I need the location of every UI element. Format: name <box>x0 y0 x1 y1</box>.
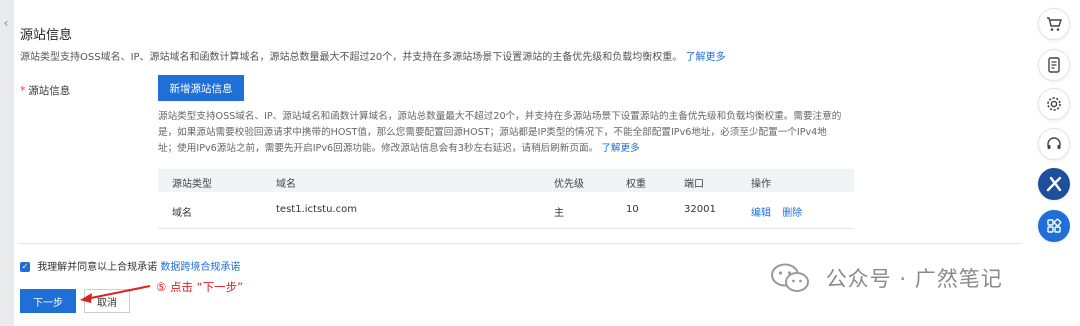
column-header-type: 源站类型 <box>172 179 212 190</box>
origin-description: 源站类型支持OSS域名、IP、源站域名和函数计算域名，源站总数量最大不超过20个… <box>158 109 858 157</box>
add-origin-button[interactable]: 新增源站信息 <box>158 75 244 101</box>
section-description: 源站类型支持OSS域名、IP、源站域名和函数计算域名，源站总数量最大不超过20个… <box>20 48 725 63</box>
origin-description-line-text: 址；使用IPv6源站之前，需要先开启IPv6回源功能。修改源站信息会有3秒左右延… <box>158 143 599 154</box>
section-title: 源站信息 <box>20 28 73 43</box>
settings-icon[interactable] <box>1038 88 1070 120</box>
watermark: 公众号 · 广然笔记 <box>770 262 1003 302</box>
cell-origin-type: 域名 <box>172 208 192 219</box>
origin-info-label: * 源站信息 <box>20 83 70 98</box>
column-header-port: 端口 <box>684 179 704 190</box>
table-header: 源站类型 域名 优先级 权重 端口 操作 <box>158 169 854 192</box>
column-header-domain: 域名 <box>276 179 296 190</box>
origin-description-line: 址；使用IPv6源站之前，需要先开启IPv6回源功能。修改源站信息会有3秒左右延… <box>158 141 858 157</box>
origin-learn-more-link[interactable]: 了解更多 <box>601 143 639 154</box>
origin-description-line: 是，如果源站需要校验回源请求中携带的HOST值，那么您需要配置回源HOST；源站… <box>158 127 827 138</box>
agreement-link[interactable]: 数据跨境合规承诺 <box>160 262 240 273</box>
column-header-actions: 操作 <box>751 179 771 190</box>
section-description-text: 源站类型支持OSS域名、IP、源站域名和函数计算域名，源站总数量最大不超过20个… <box>20 52 683 63</box>
right-toolbar <box>1030 0 1080 326</box>
origin-table: 源站类型 域名 优先级 权重 端口 操作 域名 test1.ictstu.com… <box>158 169 854 229</box>
table-row: 域名 test1.ictstu.com 主 10 32001 编辑 删除 <box>158 192 854 229</box>
watermark-text: 公众号 · 广然笔记 <box>825 267 1003 291</box>
cell-priority: 主 <box>554 208 564 219</box>
wechat-logo-icon <box>771 263 809 292</box>
edit-link[interactable]: 编辑 <box>751 208 771 219</box>
agreement-row: ✓ 我理解并同意以上合规承诺 数据跨境合规承诺 <box>20 258 240 273</box>
origin-description-line: 源站类型支持OSS域名、IP、源站域名和函数计算域名，源站总数量最大不超过20个… <box>158 111 842 122</box>
headset-icon[interactable] <box>1038 128 1070 160</box>
ai-assistant-icon[interactable] <box>1038 168 1070 200</box>
apps-grid-icon[interactable] <box>1038 210 1070 242</box>
cell-weight: 10 <box>626 204 639 215</box>
cell-actions: 编辑 删除 <box>751 204 810 219</box>
divider <box>18 243 1022 244</box>
main-content: 源站信息 源站类型支持OSS域名、IP、源站域名和函数计算域名，源站总数量最大不… <box>18 0 1022 326</box>
cell-domain: test1.ictstu.com <box>276 204 357 215</box>
column-header-weight: 权重 <box>626 179 646 190</box>
column-header-priority: 优先级 <box>554 179 584 190</box>
agreement-text: 我理解并同意以上合规承诺 <box>37 262 158 273</box>
document-icon[interactable] <box>1038 49 1070 81</box>
next-step-button[interactable]: 下一步 <box>20 289 76 313</box>
chevron-left-icon[interactable]: ‹ <box>0 10 12 36</box>
cell-port: 32001 <box>684 204 716 215</box>
required-mark: * <box>20 85 26 97</box>
agreement-checkbox[interactable]: ✓ <box>20 262 30 272</box>
left-collapse-strip[interactable]: ‹ <box>0 0 14 326</box>
origin-info-label-text: 源站信息 <box>28 85 71 97</box>
cart-icon[interactable] <box>1038 8 1070 40</box>
annotation-arrow <box>80 285 151 303</box>
section-learn-more-link[interactable]: 了解更多 <box>685 52 725 63</box>
delete-link[interactable]: 删除 <box>782 208 802 219</box>
annotation-text: ⑤ 点击 “下一步” <box>156 280 244 294</box>
